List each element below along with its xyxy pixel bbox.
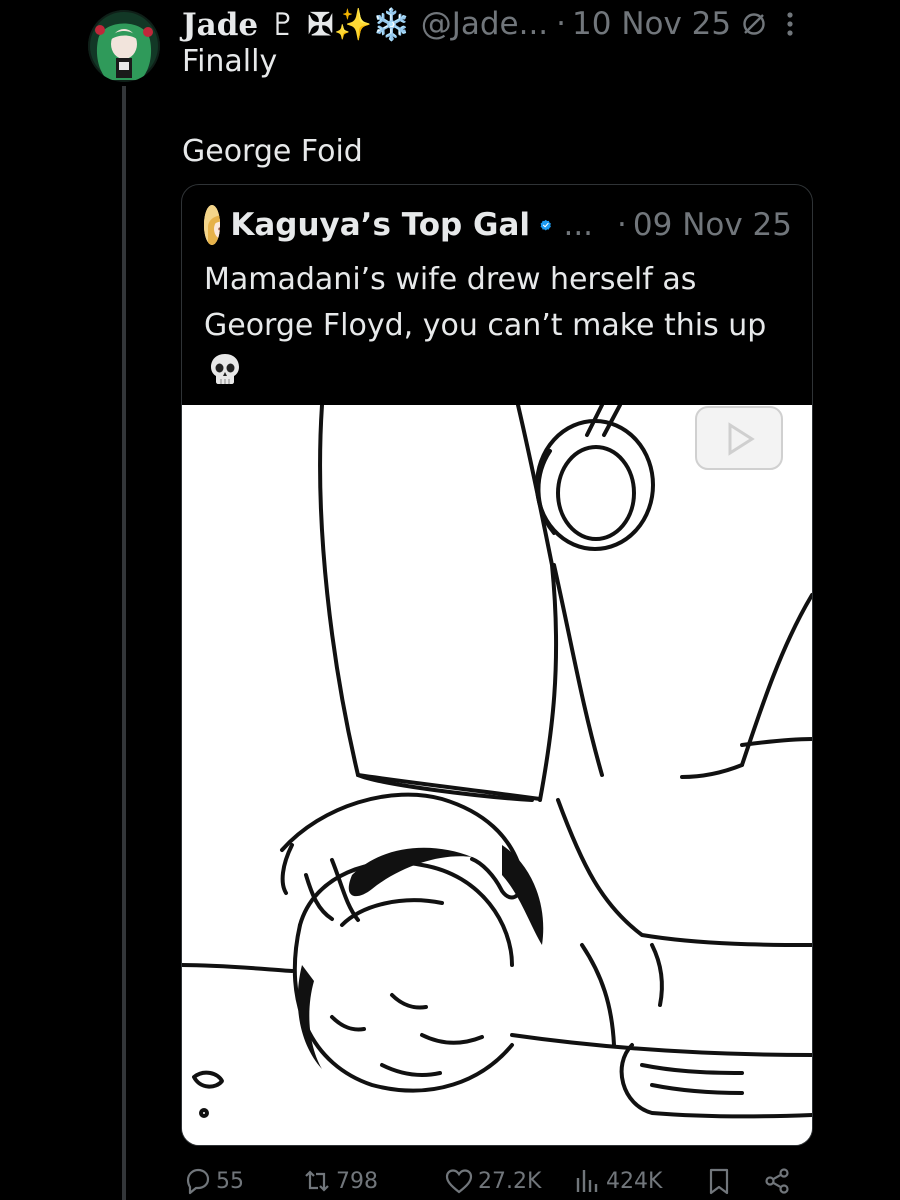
reply-count: 55 bbox=[216, 1168, 244, 1194]
repost-count: 798 bbox=[336, 1168, 378, 1194]
edit-timer-icon bbox=[743, 13, 765, 35]
post-text-line-2: George Foid bbox=[182, 134, 363, 169]
quoted-avatar-image bbox=[204, 205, 221, 245]
views-button[interactable]: 424K bbox=[572, 1166, 662, 1196]
thread-line bbox=[122, 86, 126, 1200]
verified-badge-icon bbox=[540, 219, 551, 231]
quoted-author-avatar[interactable] bbox=[204, 205, 221, 245]
skull-emoji-icon bbox=[211, 354, 239, 384]
post-date[interactable]: 10 Nov 25 bbox=[572, 6, 731, 42]
view-count: 424K bbox=[606, 1168, 663, 1194]
quoted-separator-dot: · bbox=[617, 207, 627, 243]
quoted-post-image[interactable] bbox=[182, 405, 812, 1145]
author-handle[interactable]: @Jade... bbox=[421, 6, 548, 42]
like-button[interactable]: 27.2K bbox=[444, 1166, 541, 1196]
post-action-bar: 55 798 27.2K 424K bbox=[182, 1162, 802, 1200]
line-drawing-illustration bbox=[182, 405, 812, 1145]
quoted-post-header: Kaguya’s Top Gal ... · 09 Nov 25 bbox=[204, 203, 792, 247]
separator-dot: · bbox=[556, 6, 567, 42]
post-header: Jade ♇ ✠✨❄️ @Jade... · 10 Nov 25 bbox=[182, 4, 800, 44]
share-button[interactable] bbox=[762, 1166, 796, 1196]
avatar-image bbox=[88, 10, 160, 82]
bookmark-icon bbox=[709, 1168, 729, 1195]
play-overlay-box[interactable] bbox=[695, 406, 783, 470]
quoted-post-text: Mamadani’s wife drew herself as George F… bbox=[204, 262, 767, 343]
more-dots-icon bbox=[787, 12, 793, 36]
post-text-line-1: Finally bbox=[182, 44, 278, 79]
heart-icon bbox=[445, 1169, 473, 1194]
reply-icon bbox=[186, 1168, 210, 1195]
author-display-name[interactable]: Jade ♇ ✠✨❄️ bbox=[182, 6, 411, 43]
quoted-post-date[interactable]: 09 Nov 25 bbox=[633, 207, 792, 243]
quoted-post-card[interactable]: Kaguya’s Top Gal ... · 09 Nov 25 Mamadan… bbox=[181, 184, 813, 1146]
repost-icon bbox=[305, 1170, 329, 1192]
views-chart-icon bbox=[576, 1170, 598, 1192]
share-icon bbox=[765, 1168, 789, 1194]
repost-button[interactable]: 798 bbox=[302, 1166, 378, 1196]
like-count: 27.2K bbox=[478, 1168, 542, 1194]
truncated-handle: ... bbox=[563, 207, 594, 243]
bookmark-button[interactable] bbox=[704, 1166, 738, 1196]
quoted-author-name[interactable]: Kaguya’s Top Gal bbox=[230, 207, 530, 243]
reply-button[interactable]: 55 bbox=[182, 1166, 244, 1196]
author-avatar[interactable] bbox=[88, 10, 160, 82]
more-options-button[interactable] bbox=[770, 6, 810, 42]
